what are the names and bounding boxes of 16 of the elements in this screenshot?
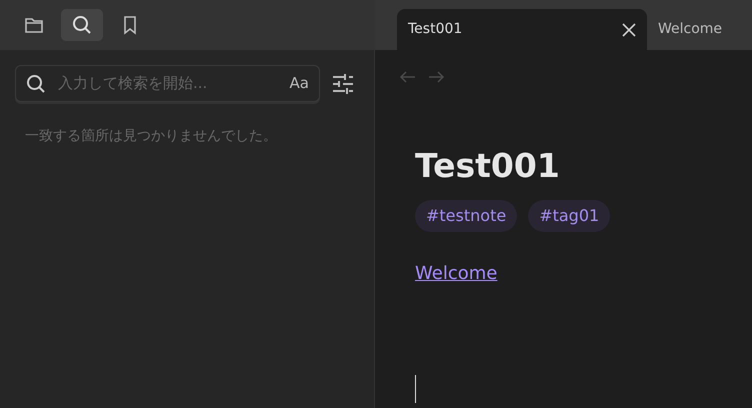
sliders-icon[interactable] bbox=[332, 74, 354, 94]
tab[interactable]: Test001 bbox=[397, 9, 647, 50]
search-icon bbox=[26, 74, 46, 94]
match-case-toggle[interactable]: Aa bbox=[290, 72, 309, 95]
search-icon bbox=[72, 15, 92, 35]
note-link[interactable]: Welcome bbox=[415, 260, 498, 287]
sidebar-tab[interactable] bbox=[61, 9, 103, 41]
close-icon[interactable] bbox=[622, 22, 636, 36]
tag[interactable]: #testnote bbox=[415, 200, 518, 232]
folder-icon bbox=[24, 15, 44, 35]
text-cursor bbox=[415, 374, 416, 403]
search-field[interactable]: 入力して検索を開始... Aa bbox=[15, 65, 320, 102]
tab[interactable]: Welcome bbox=[647, 9, 734, 50]
no-results-message: 一致する箇所は見つかりませんでした。 bbox=[24, 127, 278, 146]
note-title: Test001 bbox=[415, 146, 561, 186]
tag[interactable]: #tag01 bbox=[528, 200, 610, 232]
